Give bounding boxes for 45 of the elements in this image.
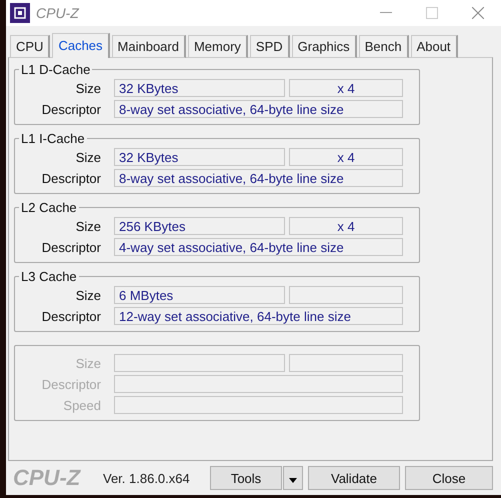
tab[interactable]: Caches	[52, 33, 110, 58]
group-title: L2 Cache	[20, 200, 78, 215]
field-label: Descriptor	[40, 308, 101, 324]
field-label: Size	[74, 356, 101, 370]
field-label: Size	[74, 288, 101, 302]
multiplier-field: x 4	[289, 79, 403, 97]
value-field: 6 MBytes	[114, 286, 285, 304]
field-label: Descriptor	[40, 170, 101, 186]
group-title: L1 D-Cache	[20, 62, 92, 77]
value-field: 8-way set associative, 64-byte line size	[114, 169, 403, 187]
close-icon[interactable]	[472, 7, 484, 19]
field-label: Size	[74, 80, 101, 96]
logo: CPU-Z	[13, 465, 82, 492]
value-field: 256 KBytes	[114, 217, 285, 235]
tab[interactable]: About	[410, 35, 458, 58]
value-field: 12-way set associative, 64-byte line size	[114, 307, 403, 325]
value-field: 4-way set associative, 64-byte line size	[114, 238, 403, 256]
field-label: Descriptor	[40, 240, 101, 254]
window-title: CPU-Z	[36, 5, 80, 21]
group-title: L1 I-Cache	[20, 131, 86, 146]
tab[interactable]: CPU	[10, 35, 50, 58]
caret-icon	[289, 478, 297, 483]
value-field: 8-way set associative, 64-byte line size	[114, 100, 403, 118]
field-label: Speed	[62, 398, 101, 412]
validate-button[interactable]: Validate	[308, 466, 400, 490]
multiplier-field: x 4	[289, 217, 403, 235]
tab[interactable]: Memory	[188, 35, 248, 58]
field-label: Descriptor	[40, 102, 101, 116]
minimize-icon[interactable]	[380, 12, 392, 14]
multiplier-field: x 4	[289, 148, 403, 166]
tab[interactable]: Bench	[358, 35, 409, 58]
field-label: Descriptor	[40, 376, 101, 392]
dropdown-button[interactable]	[283, 466, 303, 490]
group-title: L3 Cache	[20, 269, 78, 284]
field-label: Size	[74, 150, 101, 164]
tab[interactable]: Mainboard	[112, 35, 186, 58]
tools-button[interactable]: Tools	[210, 466, 282, 490]
close-button[interactable]: Close	[405, 466, 493, 490]
app-icon	[10, 3, 30, 23]
tab[interactable]: SPD	[250, 35, 290, 58]
value-field: 32 KBytes	[114, 148, 285, 166]
value-field: 32 KBytes	[114, 79, 285, 97]
version-text: Ver. 1.86.0.x64	[103, 470, 191, 486]
field-label: Size	[74, 218, 101, 234]
tab[interactable]: Graphics	[292, 35, 357, 58]
